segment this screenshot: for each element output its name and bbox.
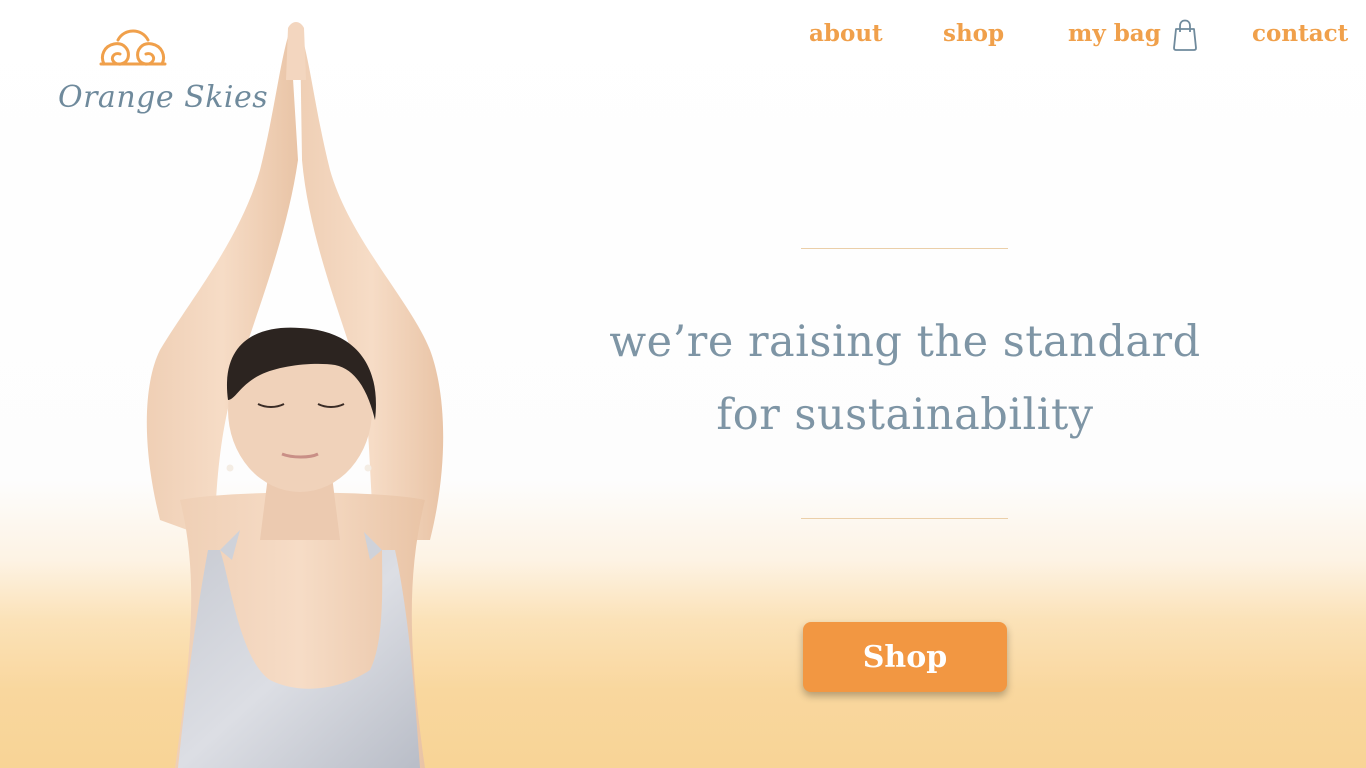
hero-headline-line-1: we’re raising the standard xyxy=(609,317,1201,367)
nav-link-about[interactable]: about xyxy=(809,20,883,47)
hero-divider-top xyxy=(801,248,1008,249)
nav-link-shop[interactable]: shop xyxy=(943,20,1004,47)
yoga-woman-image xyxy=(146,22,444,768)
nav-link-my-bag[interactable]: my bag xyxy=(1068,20,1161,47)
shopping-bag-icon[interactable] xyxy=(1172,19,1198,51)
hero-headline-line-2: for sustainability xyxy=(716,390,1094,440)
nav-link-contact[interactable]: contact xyxy=(1252,20,1348,47)
shop-button[interactable]: Shop xyxy=(803,622,1007,692)
hero-divider-bottom xyxy=(801,518,1008,519)
